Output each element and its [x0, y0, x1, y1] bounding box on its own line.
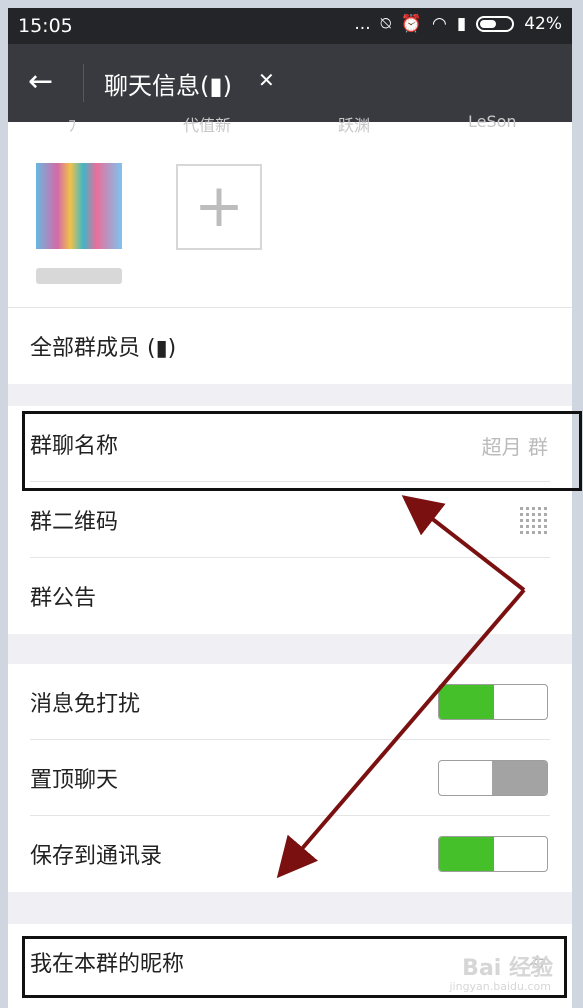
annotation-arrows	[276, 495, 526, 879]
arrow-to-nickname	[276, 588, 526, 879]
baidu-watermark: Bai 经验	[462, 956, 553, 981]
baidu-watermark-url: jingyan.baidu.com	[449, 980, 551, 993]
arrow-to-group-name	[401, 495, 526, 592]
